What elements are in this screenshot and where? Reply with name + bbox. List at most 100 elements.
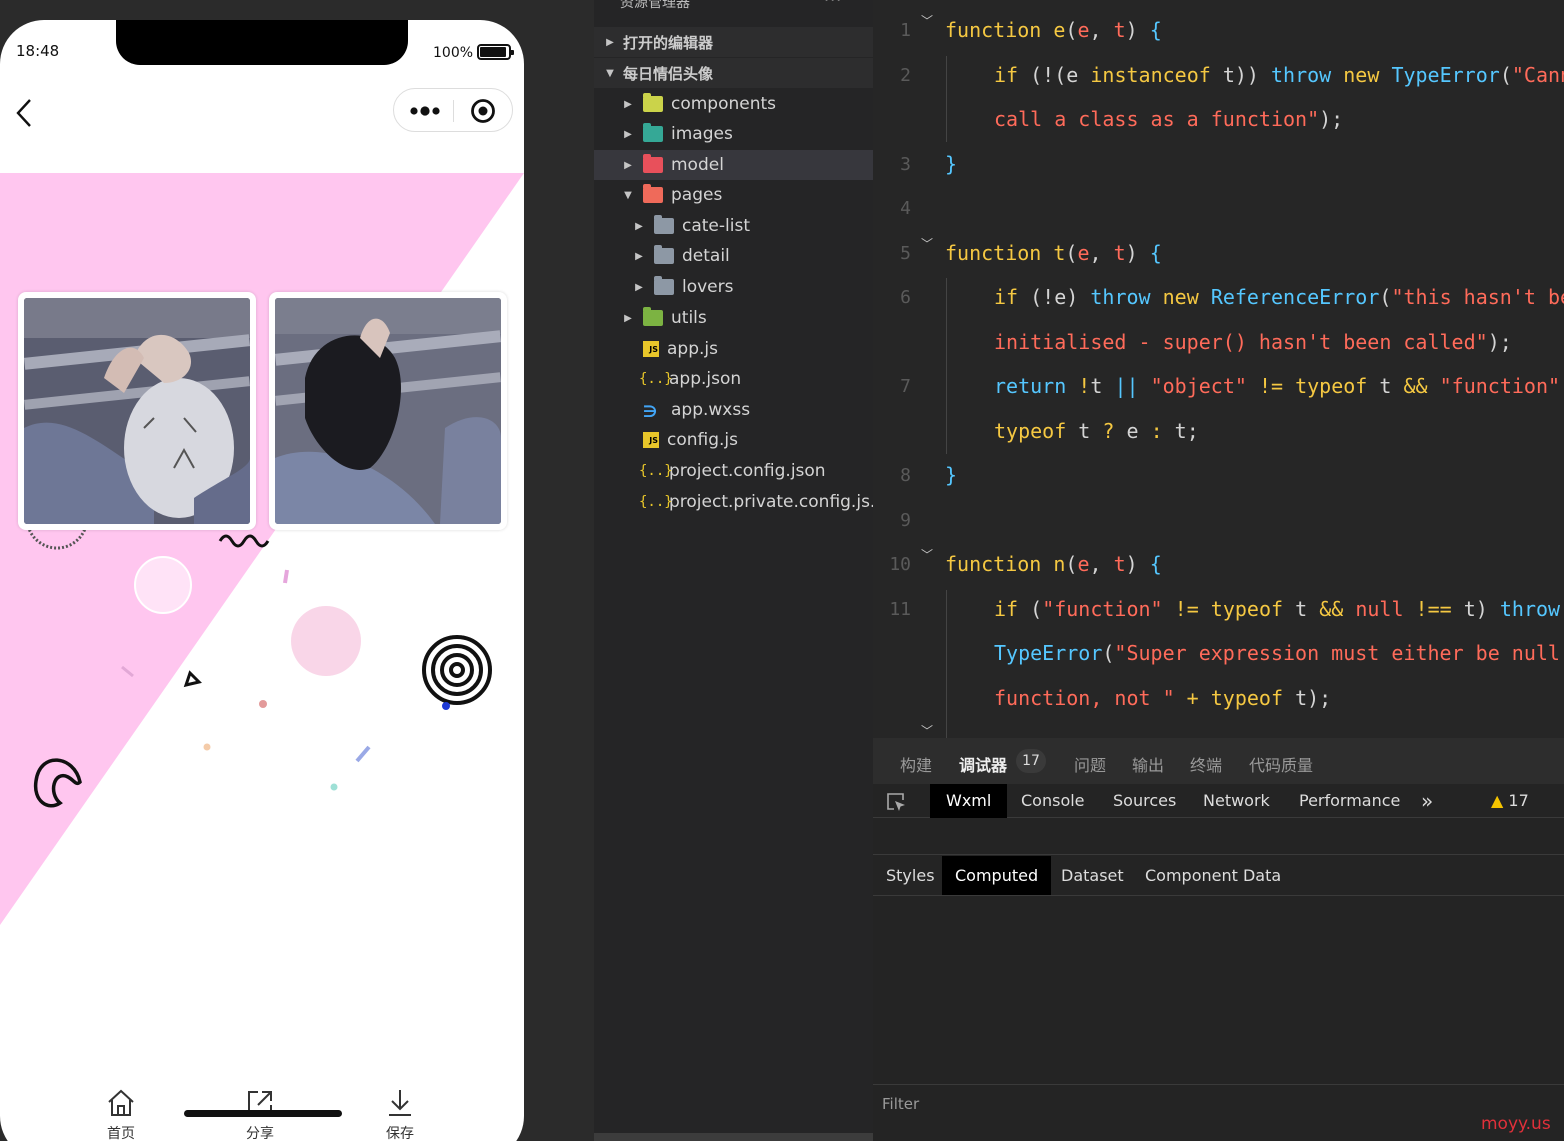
more-tabs-icon[interactable]: » <box>1405 784 1449 818</box>
tree-item-lovers[interactable]: ▶ lovers <box>594 272 873 302</box>
status-time: 18:48 <box>16 42 60 60</box>
fold-chevron-icon[interactable]: ﹀ <box>921 12 933 29</box>
tree-item-cate-list[interactable]: ▶ cate-list <box>594 211 873 241</box>
tree-item-app-js[interactable]: JS app.js <box>594 334 873 364</box>
tree-item-detail[interactable]: ▶ detail <box>594 241 873 271</box>
tree-item-label: utils <box>671 308 707 328</box>
line-number: 4 <box>900 198 911 219</box>
code-editor[interactable]: 1 2 3 4 5 6 7 8 9 10 11 ﹀ ﹀ ﹀ ﹀ function… <box>873 0 1564 738</box>
devtools-tabs: Wxml Console Sources Network Performance… <box>873 784 1564 818</box>
fold-chevron-icon[interactable]: ﹀ <box>921 235 933 252</box>
tree-item-label: app.wxss <box>671 400 751 420</box>
tab-home[interactable]: 首页 <box>91 1087 151 1141</box>
tree-item-label: cate-list <box>682 216 750 236</box>
filter-input[interactable] <box>882 1095 1482 1113</box>
tree-item-label: model <box>671 155 724 175</box>
tree-item-app-wxss[interactable]: ∋ app.wxss <box>594 395 873 425</box>
tab-sources[interactable]: Sources <box>1097 784 1192 818</box>
tab-problems[interactable]: 问题 <box>1074 752 1106 776</box>
tab-save[interactable]: 保存 <box>370 1087 430 1141</box>
phone-notch <box>116 20 408 65</box>
back-icon[interactable] <box>10 96 40 130</box>
simulator-panel: 18:48 100% 首页 分享 保存 <box>0 0 594 1141</box>
avatar-left-photo <box>24 298 250 524</box>
folder-icon <box>654 276 674 295</box>
tree-item-components[interactable]: ▶ components <box>594 89 873 119</box>
tab-output[interactable]: 输出 <box>1132 752 1164 776</box>
line-number: 7 <box>900 376 911 397</box>
tab-network[interactable]: Network <box>1187 784 1286 818</box>
tab-bar: 首页 分享 保存 <box>0 1075 524 1141</box>
tab-dataset[interactable]: Dataset <box>1048 856 1137 895</box>
tree-item-project-private-config[interactable]: {..} project.private.config.js... <box>594 487 886 517</box>
avatar-right-frame[interactable] <box>269 292 507 530</box>
chevron-right-icon: ▶ <box>635 281 643 293</box>
tree-item-label: lovers <box>682 277 734 297</box>
explorer-scrollbar[interactable] <box>594 1133 873 1141</box>
tab-component-data[interactable]: Component Data <box>1132 856 1294 895</box>
tree-item-app-json[interactable]: {..} app.json <box>594 364 873 394</box>
tab-computed[interactable]: Computed <box>942 856 1052 895</box>
tree-item-model[interactable]: ▶ model <box>594 150 873 180</box>
chevron-right-icon: ▶ <box>624 98 632 110</box>
code-line: if (!e) throw new ReferenceError("this h… <box>994 285 1564 309</box>
tree-item-label: project.config.json <box>669 461 826 481</box>
line-number: 2 <box>900 65 911 86</box>
code-line: if ("function" != typeof t && null !== t… <box>994 597 1561 621</box>
tree-item-label: config.js <box>667 430 739 450</box>
tab-wxml[interactable]: Wxml <box>930 784 1008 818</box>
tab-console[interactable]: Console <box>1005 784 1101 818</box>
tab-performance[interactable]: Performance <box>1283 784 1416 818</box>
close-miniprogram-icon[interactable] <box>470 98 496 124</box>
json-file-icon: {..} <box>639 463 673 479</box>
more-actions-icon[interactable]: ··· <box>824 0 842 9</box>
tree-item-images[interactable]: ▶ images <box>594 119 873 149</box>
tab-terminal[interactable]: 终端 <box>1190 752 1222 776</box>
avatar-right-photo <box>275 298 501 524</box>
avatar-left-frame[interactable] <box>18 292 256 530</box>
debugger-count-badge: 17 <box>1016 749 1046 773</box>
fold-chevron-icon[interactable]: ﹀ <box>921 546 933 563</box>
open-editors-section[interactable]: ▶ 打开的编辑器 <box>594 27 873 57</box>
home-icon <box>108 1089 134 1116</box>
chevron-right-icon: ▶ <box>624 128 632 140</box>
tree-item-label: pages <box>671 185 723 205</box>
bottom-panel-tabs: 构建 调试器 17 问题 输出 终端 代码质量 <box>873 738 1564 784</box>
indent-guide <box>946 590 947 738</box>
inspect-element-icon[interactable] <box>885 791 907 813</box>
line-number: 9 <box>900 510 911 531</box>
more-icon[interactable] <box>408 102 442 120</box>
chevron-right-icon: ▶ <box>606 36 614 48</box>
folder-icon <box>643 123 663 142</box>
tree-item-label: app.js <box>667 339 718 359</box>
tab-share-label: 分享 <box>246 1126 274 1141</box>
miniprogram-capsule <box>393 88 513 132</box>
filter-bar <box>873 1084 1564 1124</box>
project-section[interactable]: ▼ 每日情侣头像 <box>594 58 873 88</box>
line-number: 1 <box>900 20 911 41</box>
chevron-right-icon: ▶ <box>624 159 632 171</box>
warning-indicator[interactable]: ▲ 17 <box>1491 791 1529 810</box>
watermark: moyy.us <box>1481 1114 1551 1134</box>
tree-item-config-js[interactable]: JS config.js <box>594 425 873 455</box>
download-icon <box>389 1090 411 1116</box>
tab-styles[interactable]: Styles <box>873 856 948 895</box>
fold-chevron-icon[interactable]: ﹀ <box>921 722 933 738</box>
tree-item-project-config[interactable]: {..} project.config.json <box>594 456 873 486</box>
folder-icon <box>654 215 674 234</box>
code-line: initialised - super() hasn't been called… <box>994 330 1512 354</box>
code-line: function e(e, t) { <box>945 18 1162 42</box>
battery-percent: 100% <box>433 45 474 61</box>
tab-code-quality[interactable]: 代码质量 <box>1249 752 1313 776</box>
tree-item-pages[interactable]: ▼ pages <box>594 180 873 210</box>
explorer-title: 资源管理器 <box>620 0 690 11</box>
avatar-poster <box>0 173 524 1080</box>
line-number: 3 <box>900 154 911 175</box>
tree-item-label: images <box>671 124 733 144</box>
tab-build[interactable]: 构建 <box>900 752 932 776</box>
tree-item-utils[interactable]: ▶ utils <box>594 303 873 333</box>
ide-window: 18:48 100% 首页 分享 保存 资源管理器 ▶ 打开的编辑器 ▼ 每日情… <box>0 0 1564 1141</box>
tab-debugger[interactable]: 调试器 <box>959 752 1007 776</box>
css-file-icon: ∋ <box>643 402 658 421</box>
line-number: 11 <box>889 599 911 620</box>
